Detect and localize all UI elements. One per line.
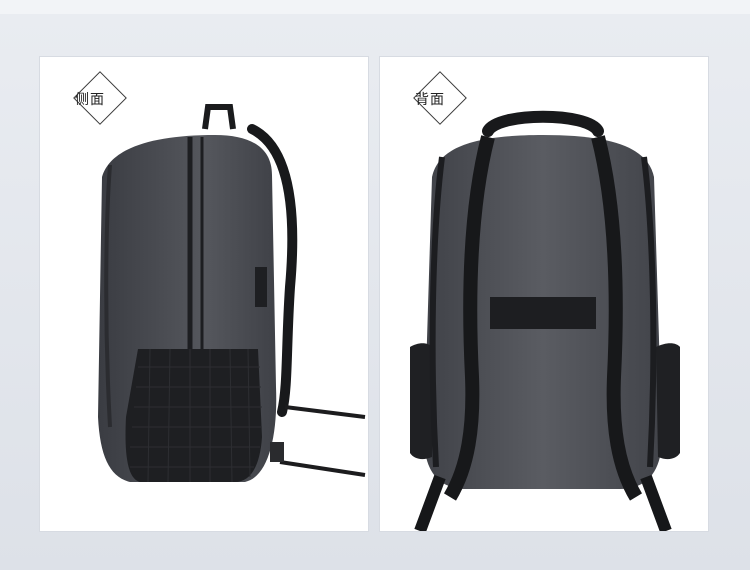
side-view-panel: 侧面 (40, 57, 368, 531)
back-view-panel: 背面 (380, 57, 708, 531)
back-view-backpack-illustration (410, 110, 680, 531)
top-strip (0, 0, 750, 14)
side-view-backpack-illustration (98, 104, 366, 483)
